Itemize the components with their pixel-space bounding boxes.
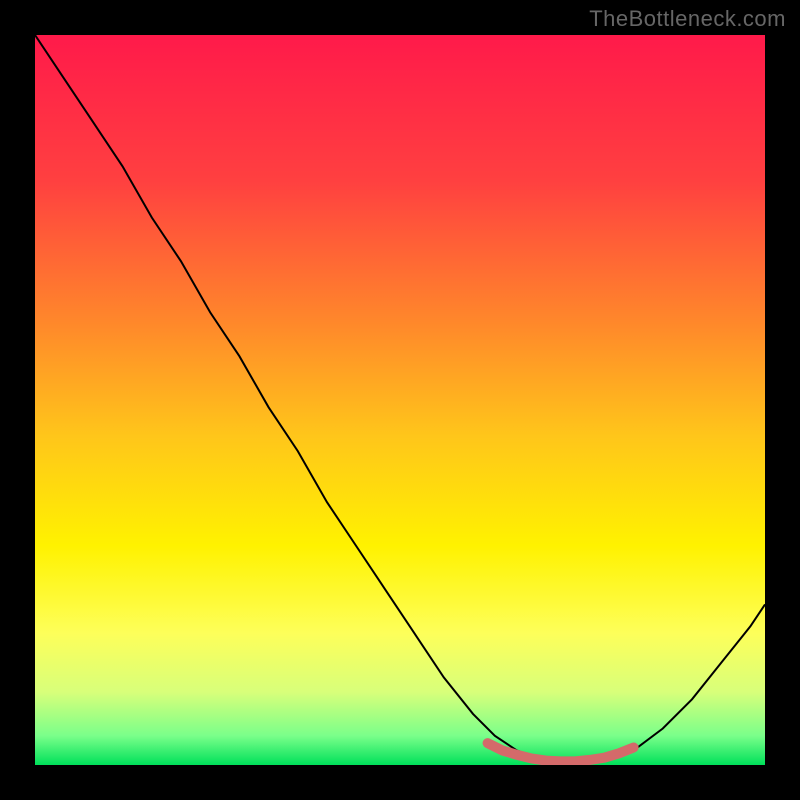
chart-svg	[35, 35, 765, 765]
chart-background	[35, 35, 765, 765]
watermark-text: TheBottleneck.com	[589, 6, 786, 32]
chart-area	[35, 35, 765, 765]
